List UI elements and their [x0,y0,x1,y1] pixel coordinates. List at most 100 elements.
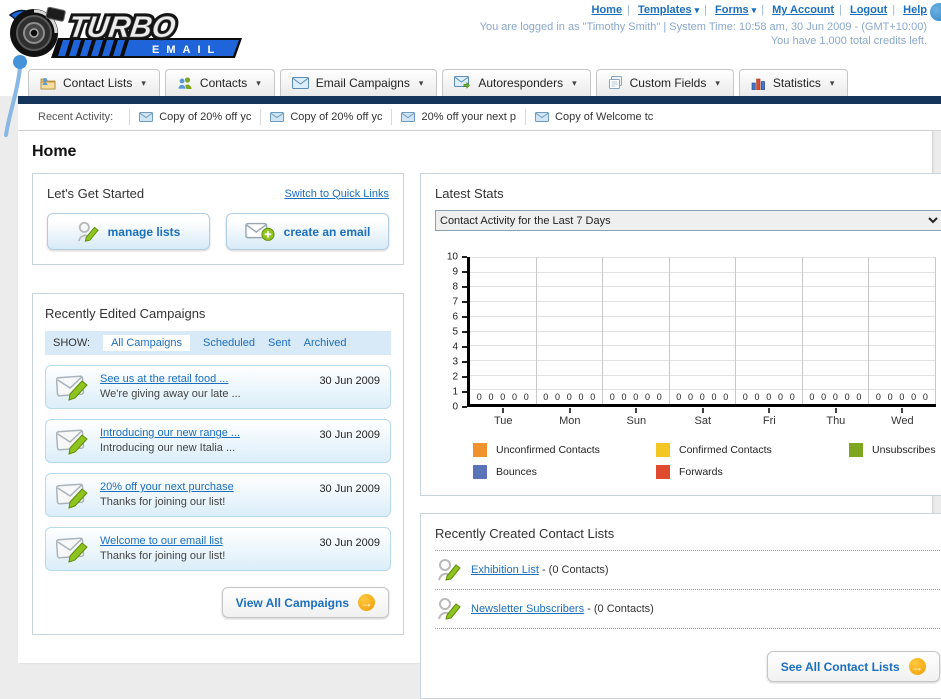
campaign-row[interactable]: Welcome to our email list Thanks for joi… [45,527,391,571]
tab-label: Autoresponders [478,76,564,90]
contact-list-count: - (0 Contacts) [587,603,654,615]
nav-forms-link[interactable]: Forms ▾ [715,4,756,16]
header: EMAIL TURBO TURBO Home | Templates ▾ | Form… [0,0,941,137]
bar-chart-icon [751,78,765,90]
campaign-title-link[interactable]: Introducing our new range ... [100,427,240,439]
chart-column: 00000 [670,257,737,404]
data-value-label: 0 [609,392,615,402]
campaign-title-link[interactable]: 20% off your next purchase [100,481,234,493]
arrow-right-icon: → [908,658,926,675]
nav-help-link[interactable]: Help [903,4,927,16]
nav-my-account-link[interactable]: My Account [772,4,834,16]
folder-icon [40,78,56,90]
envelope-icon [535,112,550,122]
recent-activity-text: Copy of Welcome tc [555,111,654,123]
view-all-campaigns-label: View All Campaigns [235,595,349,610]
filter-all-campaigns[interactable]: All Campaigns [103,335,190,351]
envelope-pencil-icon [56,536,88,563]
recent-contact-lists-panel: Recently Created Contact Lists Exhibitio… [420,513,941,699]
stats-report-select[interactable]: Contact Activity for the Last 7 Days [435,210,941,231]
tab-contacts[interactable]: Contacts ▾ [164,69,275,96]
recent-activity-item[interactable]: 20% off your next p [391,109,525,125]
tab-autoresponders[interactable]: Autoresponders ▾ [442,69,591,96]
person-pencil-icon [77,221,99,242]
chart-x-labels: Tue Mon Sun Sat Fri Thu Wed [470,408,936,427]
filter-scheduled[interactable]: Scheduled [203,337,255,349]
envelope-pencil-icon [56,482,88,509]
legend-item: Confirmed Contacts [656,443,849,457]
data-value-label: 0 [621,392,627,402]
create-email-label: create an email [283,224,371,239]
contact-list-row[interactable]: Exhibition List - (0 Contacts) [435,551,941,590]
data-value-label: 0 [766,392,772,402]
envelope-icon [291,77,309,89]
nav-separator: | [761,4,765,16]
filter-sent[interactable]: Sent [268,337,291,349]
recent-campaigns-title: Recently Edited Campaigns [45,306,206,321]
campaign-subtitle: Thanks for joining our list! [100,550,226,562]
campaign-title-link[interactable]: See us at the retail food ... [100,373,228,385]
campaign-row[interactable]: 20% off your next purchase Thanks for jo… [45,473,391,517]
tab-label: Contact Lists [63,76,133,90]
data-value-label: 0 [523,392,529,402]
nav-logout-link[interactable]: Logout [850,4,887,16]
tab-contact-lists[interactable]: Contact Lists ▾ [28,69,160,96]
latest-stats-panel: Latest Stats Contact Activity for the La… [420,173,941,496]
recent-contact-lists-title: Recently Created Contact Lists [435,526,615,541]
legend-swatch [656,443,670,457]
x-axis-label: Sun [603,408,670,427]
chevron-down-icon: ▾ [715,77,720,88]
chart-columns: 00000000000000000000000000000000000 [470,257,936,404]
switch-quick-links[interactable]: Switch to Quick Links [284,188,389,200]
tab-custom-fields[interactable]: Custom Fields ▾ [595,69,734,96]
contact-list-link[interactable]: Exhibition List [471,564,539,576]
data-value-label: 0 [645,392,651,402]
data-value-label: 0 [899,392,905,402]
campaign-row[interactable]: See us at the retail food ... We're givi… [45,365,391,409]
tab-statistics[interactable]: Statistics ▾ [738,69,849,96]
main-tab-bar: Contact Lists ▾ Contacts ▾ Email Campaigns… [28,69,849,96]
nav-templates-label: Templates [637,4,692,16]
data-value-label: 0 [500,392,506,402]
filter-archived[interactable]: Archived [304,337,347,349]
chart-column: 00000 [869,257,936,404]
create-email-button[interactable]: create an email [226,213,389,250]
contact-list-link[interactable]: Newsletter Subscribers [471,603,584,615]
campaign-subtitle: Introducing our new Italia ... [100,442,236,454]
get-started-title: Let's Get Started [47,186,145,201]
chevron-down-icon: ▾ [829,77,835,88]
chevron-down-icon: ▾ [141,77,146,88]
navy-divider-bar [18,96,941,104]
recent-activity-text: Copy of 20% off yc [290,111,383,123]
nav-templates-link[interactable]: Templates ▾ [638,4,699,16]
manage-lists-button[interactable]: manage lists [47,213,210,250]
credits-text: You have 1,000 total credits left. [770,35,927,47]
tab-label: Contacts [199,76,248,90]
contact-list-row[interactable]: Newsletter Subscribers - (0 Contacts) [435,590,941,629]
recent-activity-item[interactable]: Copy of 20% off yc [260,109,391,125]
view-all-campaigns-button[interactable]: View All Campaigns → [221,587,389,618]
data-value-label: 0 [633,392,639,402]
nav-separator: | [892,4,896,16]
data-value-label: 0 [488,392,494,402]
campaign-title-link[interactable]: Welcome to our email list [100,535,223,547]
envelope-arrow-icon [454,76,471,89]
contact-list-count: - (0 Contacts) [541,564,609,576]
recent-activity-item[interactable]: Copy of Welcome tc [525,109,662,125]
campaign-row[interactable]: Introducing our new range ... Introducin… [45,419,391,463]
recent-activity-item[interactable]: Copy of 20% off yc [129,109,260,125]
data-value-label: 0 [887,392,893,402]
nav-forms-label: Forms [715,4,749,16]
data-value-label: 0 [754,392,760,402]
campaign-subtitle: We're giving away our late ... [100,388,241,400]
turbo-email-logo: EMAIL TURBO TURBO [8,6,242,58]
notification-bubble-icon [930,3,941,21]
data-value-label: 0 [711,392,717,402]
data-value-label: 0 [476,392,482,402]
see-all-contact-lists-button[interactable]: See All Contact Lists → [766,651,940,682]
tab-email-campaigns[interactable]: Email Campaigns ▾ [279,69,438,96]
data-value-label: 0 [778,392,784,402]
legend-swatch [656,465,670,479]
x-axis-label: Wed [869,408,936,427]
nav-home-link[interactable]: Home [592,4,623,16]
